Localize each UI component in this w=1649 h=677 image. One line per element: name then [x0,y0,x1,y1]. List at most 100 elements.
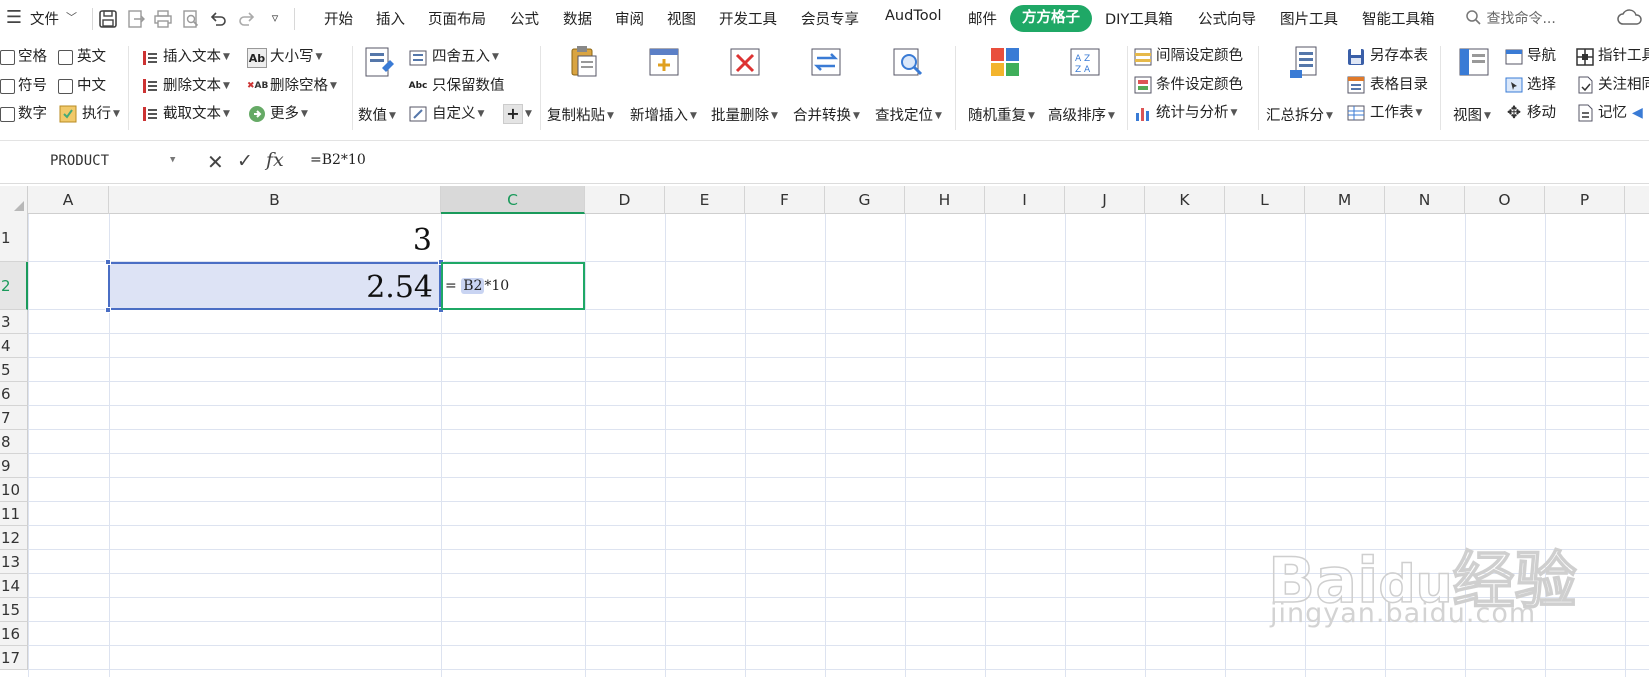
quick-access-dropdown-icon[interactable]: ▿ [265,9,285,29]
row-header-9[interactable]: 9 [0,454,28,478]
merge-convert-button[interactable]: 合并转换 ▼ [793,106,860,126]
tab-formula-wizard[interactable]: 公式向导 [1198,8,1256,29]
column-header-j[interactable]: J [1065,186,1145,214]
cloud-icon[interactable] [1616,8,1646,28]
row-header-16[interactable]: 16 [0,622,28,646]
column-header-h[interactable]: H [905,186,985,214]
tab-page-layout[interactable]: 页面布局 [428,8,486,29]
hamburger-menu-icon[interactable]: ☰ [4,8,24,28]
command-search[interactable]: 查找命令... [1465,8,1556,28]
column-header-m[interactable]: M [1305,186,1385,214]
tab-picture-tools[interactable]: 图片工具 [1280,8,1338,29]
row-header-2[interactable]: 2 [0,262,28,310]
print-preview-icon[interactable] [181,9,201,29]
row-header-13[interactable]: 13 [0,550,28,574]
more-button[interactable]: 更多 ▼ [270,104,308,124]
checkbox-chinese[interactable] [58,79,73,94]
cell-c2-editing[interactable]: = B2 *10 [441,262,585,310]
file-menu-chevron-icon[interactable]: ﹀ [66,9,77,25]
tab-review[interactable]: 审阅 [615,8,644,29]
summary-split-button[interactable]: 汇总拆分 ▼ [1266,106,1333,126]
new-insert-button[interactable]: 新增插入 ▼ [630,106,697,126]
sheet-catalog-button[interactable]: 表格目录 [1370,75,1428,95]
name-box[interactable]: PRODUCT ▼ [0,147,184,177]
column-header-a[interactable]: A [28,186,109,214]
chevron-down-icon[interactable]: ▼ [170,155,175,165]
row-header-1[interactable]: 1 [0,214,28,262]
row-header-3[interactable]: 3 [0,310,28,334]
column-header-d[interactable]: D [585,186,665,214]
tab-view[interactable]: 视图 [667,8,696,29]
row-header-12[interactable]: 12 [0,526,28,550]
cell-b2[interactable]: 2.54 [108,262,441,310]
checkbox-number[interactable] [0,107,15,122]
execute-button[interactable]: 执行 ▼ [82,104,120,124]
column-header-o[interactable]: O [1465,186,1545,214]
select-button[interactable]: 选择 [1527,75,1556,95]
memory-button[interactable]: 记忆 [1598,103,1627,123]
column-header-f[interactable]: F [745,186,825,214]
cell-b1[interactable]: 3 [109,215,440,262]
save-sheet-button[interactable]: 另存本表 [1370,46,1428,66]
value-button[interactable]: 数值 ▼ [358,106,396,126]
tab-home[interactable]: 开始 [324,8,353,29]
tab-diy-toolbox[interactable]: DIY工具箱 [1105,8,1173,29]
save-icon[interactable] [98,9,118,29]
select-all-corner[interactable] [0,186,28,214]
checkbox-english[interactable] [58,50,73,65]
batch-delete-button[interactable]: 批量删除 ▼ [711,106,778,126]
interval-color-button[interactable]: 间隔设定颜色 [1156,46,1243,66]
row-header-7[interactable]: 7 [0,406,28,430]
row-header-4[interactable]: 4 [0,334,28,358]
delete-text-button[interactable]: 删除文本 ▼ [163,76,230,96]
tab-mail[interactable]: 邮件 [968,8,997,29]
row-header-8[interactable]: 8 [0,430,28,454]
column-header-p[interactable]: P [1545,186,1625,214]
checkbox-space[interactable] [0,50,15,65]
insert-function-button[interactable]: fx [266,149,284,171]
column-header-g[interactable]: G [825,186,905,214]
round-button[interactable]: 四舍五入 ▼ [432,47,499,67]
custom-button[interactable]: 自定义 ▼ [432,104,484,124]
advanced-sort-button[interactable]: 高级排序 ▼ [1048,106,1115,126]
add-icon[interactable]: + [503,104,523,124]
undo-icon[interactable] [208,9,228,29]
row-header-17[interactable]: 17 [0,646,28,670]
random-repeat-button[interactable]: 随机重复 ▼ [968,106,1035,126]
column-header-n[interactable]: N [1385,186,1465,214]
row-header-5[interactable]: 5 [0,358,28,382]
column-header-i[interactable]: I [985,186,1065,214]
tab-insert[interactable]: 插入 [376,8,405,29]
print-icon[interactable] [153,9,173,29]
keep-value-button[interactable]: 只保留数值 [432,76,505,96]
confirm-formula-icon[interactable]: ✓ [237,150,253,172]
tab-smart-toolbox[interactable]: 智能工具箱 [1362,8,1435,29]
cancel-formula-icon[interactable]: ✕ [207,150,224,174]
formula-input[interactable]: =B2*10 [310,152,366,168]
column-header-c[interactable]: C [441,186,585,214]
tab-data[interactable]: 数据 [563,8,592,29]
export-icon[interactable] [126,9,146,29]
condition-color-button[interactable]: 条件设定颜色 [1156,75,1243,95]
case-button[interactable]: 大小写 ▼ [270,47,322,67]
column-header-l[interactable]: L [1225,186,1305,214]
move-button[interactable]: 移动 [1527,103,1556,123]
worksheet-button[interactable]: 工作表 ▼ [1370,103,1422,123]
redo-icon[interactable] [237,9,257,29]
pointer-tool-button[interactable]: 指针工具 [1598,46,1649,66]
row-header-14[interactable]: 14 [0,574,28,598]
view-button[interactable]: 视图 ▼ [1453,106,1491,126]
copy-paste-button[interactable]: 复制粘贴 ▼ [547,106,614,126]
tab-formulas[interactable]: 公式 [510,8,539,29]
row-header-10[interactable]: 10 [0,478,28,502]
row-header-11[interactable]: 11 [0,502,28,526]
delete-space-button[interactable]: 删除空格 ▼ [270,76,337,96]
arrow-left-icon[interactable]: ◀ [1632,103,1649,123]
extract-text-button[interactable]: 截取文本 ▼ [163,104,230,124]
tab-member[interactable]: 会员专享 [801,8,859,29]
column-header-e[interactable]: E [665,186,745,214]
column-header-b[interactable]: B [109,186,441,214]
row-header-15[interactable]: 15 [0,598,28,622]
insert-text-button[interactable]: 插入文本 ▼ [163,47,230,67]
add-dropdown[interactable]: ▼ [523,104,532,124]
